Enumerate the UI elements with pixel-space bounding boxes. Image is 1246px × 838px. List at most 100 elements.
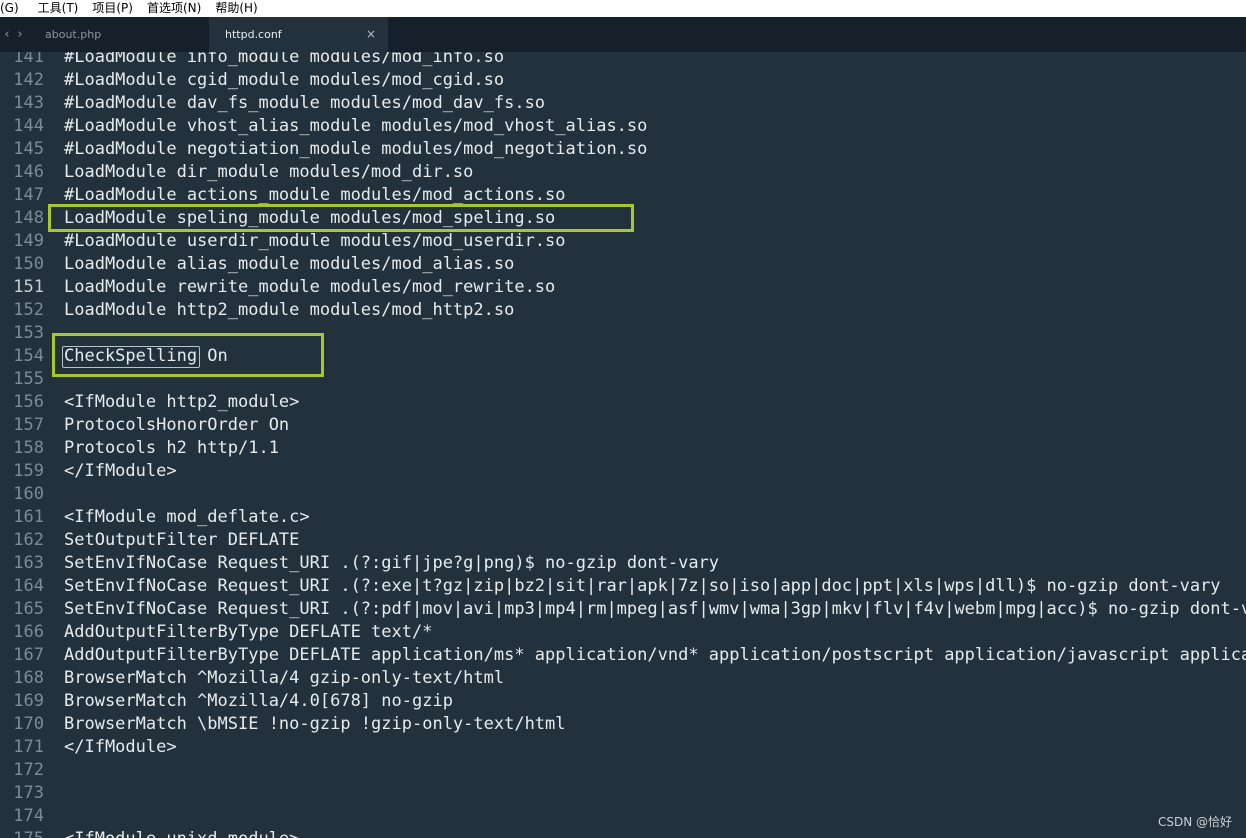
line-text: #LoadModule cgid_module modules/mod_cgid… [64,70,505,90]
line-text: AddOutputFilterByType DEFLATE text/* [64,622,433,642]
code-line[interactable]: 145 #LoadModule negotiation_module module… [0,138,1246,161]
line-number: 148 [13,208,44,228]
line-number: 170 [13,714,44,734]
code-line[interactable]: 174 [0,805,1246,828]
code-line[interactable]: 147 #LoadModule actions_module modules/mo… [0,184,1246,207]
tab-httpd-conf[interactable]: httpd.conf × [209,17,388,52]
tab-about-php[interactable]: about.php [33,17,209,52]
line-text: LoadModule rewrite_module modules/mod_re… [64,277,556,297]
line-text: LoadModule alias_module modules/mod_alia… [64,254,515,274]
line-text: #LoadModule dav_fs_module modules/mod_da… [64,93,546,113]
code-line[interactable]: 151 LoadModule rewrite_module modules/mod… [0,276,1246,299]
line-number: 166 [13,622,44,642]
menu-item-project[interactable]: 项目(P) [92,0,133,17]
line-number: 164 [13,576,44,596]
code-line[interactable]: 148 LoadModule speling_module modules/mod… [0,207,1246,230]
chevron-right-icon[interactable]: › [13,17,27,52]
line-text: CheckSpelling On [64,346,228,366]
line-text: <IfModule unixd_module> [64,828,299,838]
line-number: 161 [13,507,44,527]
code-line[interactable]: 167 AddOutputFilterByType DEFLATE applica… [0,644,1246,667]
code-line[interactable]: 152 LoadModule http2_module modules/mod_h… [0,299,1246,322]
tab-bar: ‹ › about.php httpd.conf × [0,17,1246,52]
line-text: #LoadModule userdir_module modules/mod_u… [64,231,566,251]
line-number: 143 [13,93,44,113]
line-number: 156 [13,392,44,412]
line-number: 153 [13,323,44,343]
line-text: </IfModule> [64,737,177,757]
line-number: 145 [13,139,44,159]
tab-label: about.php [45,28,102,41]
line-text: <IfModule http2_module> [64,392,300,412]
line-text: #LoadModule info_module modules/mod_info… [64,52,505,67]
code-line[interactable]: 141 #LoadModule info_module modules/mod_i… [0,52,1246,69]
line-text: BrowserMatch \bMSIE !no-gzip !gzip-only-… [64,714,566,734]
line-number: 173 [13,783,44,803]
code-line[interactable]: 169 BrowserMatch ^Mozilla/4.0[678] no-gzi… [0,690,1246,713]
code-line[interactable]: 165 SetEnvIfNoCase Request_URI .(?:pdf|mo… [0,598,1246,621]
line-number: 172 [13,760,44,780]
code-line[interactable]: 143 #LoadModule dav_fs_module modules/mod… [0,92,1246,115]
code-line[interactable]: 168 BrowserMatch ^Mozilla/4 gzip-only-tex… [0,667,1246,690]
code-line[interactable]: 150 LoadModule alias_module modules/mod_a… [0,253,1246,276]
line-number: 142 [13,70,44,90]
code-line[interactable]: 175 <IfModule unixd_module> [0,828,1246,838]
code-line[interactable]: 155 [0,368,1246,391]
code-line[interactable]: 173 [0,782,1246,805]
code-line[interactable]: 146 LoadModule dir_module modules/mod_dir… [0,161,1246,184]
line-number: 159 [13,461,44,481]
line-number: 174 [13,806,44,826]
line-number: 163 [13,553,44,573]
code-line[interactable]: 144 #LoadModule vhost_alias_module module… [0,115,1246,138]
line-text: #LoadModule vhost_alias_module modules/m… [64,116,648,136]
code-line[interactable]: 171 </IfModule> [0,736,1246,759]
code-line[interactable]: 154 CheckSpelling On [0,345,1246,368]
code-line[interactable]: 170 BrowserMatch \bMSIE !no-gzip !gzip-on… [0,713,1246,736]
line-number: 167 [13,645,44,665]
line-number: 147 [13,185,44,205]
line-number: 146 [13,162,44,182]
line-text: LoadModule speling_module modules/mod_sp… [64,208,556,228]
code-line[interactable]: 149 #LoadModule userdir_module modules/mo… [0,230,1246,253]
line-text: #LoadModule negotiation_module modules/m… [64,139,648,159]
code-line[interactable]: 157 ProtocolsHonorOrder On [0,414,1246,437]
line-number: 149 [13,231,44,251]
code-line[interactable]: 172 [0,759,1246,782]
line-text: SetEnvIfNoCase Request_URI .(?:pdf|mov|a… [64,599,1246,619]
watermark: CSDN @恰好 [1157,815,1232,829]
code-line[interactable]: 164 SetEnvIfNoCase Request_URI .(?:exe|t?… [0,575,1246,598]
menu-item-preferences[interactable]: 首选项(N) [147,0,201,17]
code-line[interactable]: 166 AddOutputFilterByType DEFLATE text/* [0,621,1246,644]
line-text: #LoadModule actions_module modules/mod_a… [64,185,566,205]
code-line[interactable]: 159 </IfModule> [0,460,1246,483]
line-text: BrowserMatch ^Mozilla/4 gzip-only-text/h… [64,668,505,688]
line-text: LoadModule http2_module modules/mod_http… [64,300,515,320]
code-line[interactable]: 153 [0,322,1246,345]
code-line[interactable]: 163 SetEnvIfNoCase Request_URI .(?:gif|jp… [0,552,1246,575]
line-text: LoadModule dir_module modules/mod_dir.so [64,162,474,182]
code-editor[interactable]: 141 #LoadModule info_module modules/mod_i… [0,52,1246,838]
code-line[interactable]: 142 #LoadModule cgid_module modules/mod_c… [0,69,1246,92]
line-number: 158 [13,438,44,458]
code-line[interactable]: 156 <IfModule http2_module> [0,391,1246,414]
code-line[interactable]: 160 [0,483,1246,506]
code-line[interactable]: 162 SetOutputFilter DEFLATE [0,529,1246,552]
code-line[interactable]: 158 Protocols h2 http/1.1 [0,437,1246,460]
chevron-left-icon[interactable]: ‹ [0,17,14,52]
line-number: 160 [13,484,44,504]
menu-item-help[interactable]: 帮助(H) [215,0,257,17]
menu-bar: (G) 工具(T) 项目(P) 首选项(N) 帮助(H) [0,0,1246,17]
close-icon[interactable]: × [366,17,376,52]
line-number: 154 [13,346,44,366]
menu-item-tools[interactable]: 工具(T) [38,0,79,17]
line-number: 168 [13,668,44,688]
line-text: AddOutputFilterByType DEFLATE applicatio… [64,645,1246,665]
line-number: 155 [13,369,44,389]
line-number: 151 [13,277,44,297]
line-number: 144 [13,116,44,136]
line-text: SetEnvIfNoCase Request_URI .(?:exe|t?gz|… [64,576,1221,596]
menu-item-g[interactable]: (G) [0,0,19,17]
line-number: 165 [13,599,44,619]
code-line[interactable]: 161 <IfModule mod_deflate.c> [0,506,1246,529]
line-text: SetEnvIfNoCase Request_URI .(?:gif|jpe?g… [64,553,720,573]
